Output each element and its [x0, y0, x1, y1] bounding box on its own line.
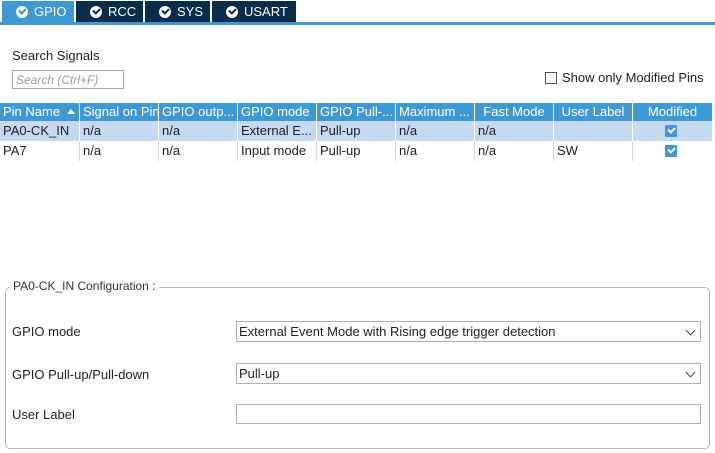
column-header-fast-mode[interactable]: Fast Mode	[475, 103, 554, 121]
check-circle-icon	[159, 6, 171, 18]
tab-rcc[interactable]: RCC	[76, 1, 143, 22]
column-header-gpio-output[interactable]: GPIO outp...	[159, 103, 238, 121]
cell-fast-mode: n/a	[475, 141, 554, 161]
table-row[interactable]: PA7 n/a n/a Input mode Pull-up n/a n/a S…	[0, 141, 712, 161]
column-header-modified[interactable]: Modified	[633, 103, 712, 121]
modified-checkbox[interactable]	[665, 145, 677, 157]
cell-gpio-pull: Pull-up	[317, 141, 396, 161]
cell-user-label: SW	[554, 141, 633, 161]
modified-checkbox[interactable]	[665, 125, 677, 137]
tab-gpio[interactable]: GPIO	[2, 1, 74, 22]
check-circle-icon	[226, 6, 238, 18]
gpio-pull-label: GPIO Pull-up/Pull-down	[12, 367, 150, 382]
column-header-maximum[interactable]: Maximum ...	[396, 103, 475, 121]
cell-pin-name: PA0-CK_IN	[0, 121, 80, 141]
check-circle-icon	[16, 6, 28, 18]
cell-signal: n/a	[80, 121, 159, 141]
cell-gpio-mode: Input mode	[238, 141, 317, 161]
column-header-gpio-pull[interactable]: GPIO Pull-...	[317, 103, 396, 121]
tab-sys[interactable]: SYS	[145, 1, 210, 22]
cell-gpio-output: n/a	[159, 121, 238, 141]
sort-ascending-icon	[67, 109, 75, 114]
cell-signal: n/a	[80, 141, 159, 161]
user-label-input[interactable]	[236, 404, 701, 424]
column-header-pin-name[interactable]: Pin Name	[0, 103, 80, 121]
search-label: Search Signals	[12, 48, 100, 63]
cell-gpio-pull: Pull-up	[317, 121, 396, 141]
cell-fast-mode: n/a	[475, 121, 554, 141]
table-row[interactable]: PA0-CK_IN n/a n/a External E... Pull-up …	[0, 121, 712, 141]
user-label-label: User Label	[12, 407, 75, 422]
gpio-pull-select[interactable]: Pull-up	[236, 363, 701, 384]
gpio-mode-label: GPIO mode	[12, 324, 81, 339]
gpio-mode-select[interactable]: External Event Mode with Rising edge tri…	[236, 321, 701, 342]
column-header-signal[interactable]: Signal on Pin	[80, 103, 159, 121]
configuration-title: PA0-CK_IN Configuration :	[10, 279, 159, 293]
cell-modified	[633, 121, 712, 141]
search-input[interactable]	[12, 70, 124, 89]
show-modified-checkbox[interactable]: Show only Modified Pins	[545, 70, 704, 85]
tab-bar: GPIO RCC SYS USART	[0, 0, 715, 25]
checkbox-icon	[545, 72, 557, 84]
column-header-gpio-mode[interactable]: GPIO mode	[238, 103, 317, 121]
tab-usart[interactable]: USART	[212, 1, 296, 22]
check-circle-icon	[90, 6, 102, 18]
cell-maximum: n/a	[396, 141, 475, 161]
cell-modified	[633, 141, 712, 161]
cell-pin-name: PA7	[0, 141, 80, 161]
cell-maximum: n/a	[396, 121, 475, 141]
chevron-down-icon	[685, 367, 696, 378]
cell-gpio-mode: External E...	[238, 121, 317, 141]
cell-user-label	[554, 121, 633, 141]
chevron-down-icon	[685, 325, 696, 336]
tab-underline	[0, 22, 715, 25]
column-header-user-label[interactable]: User Label	[554, 103, 633, 121]
table-header: Pin Name Signal on Pin GPIO outp... GPIO…	[0, 103, 712, 121]
cell-gpio-output: n/a	[159, 141, 238, 161]
